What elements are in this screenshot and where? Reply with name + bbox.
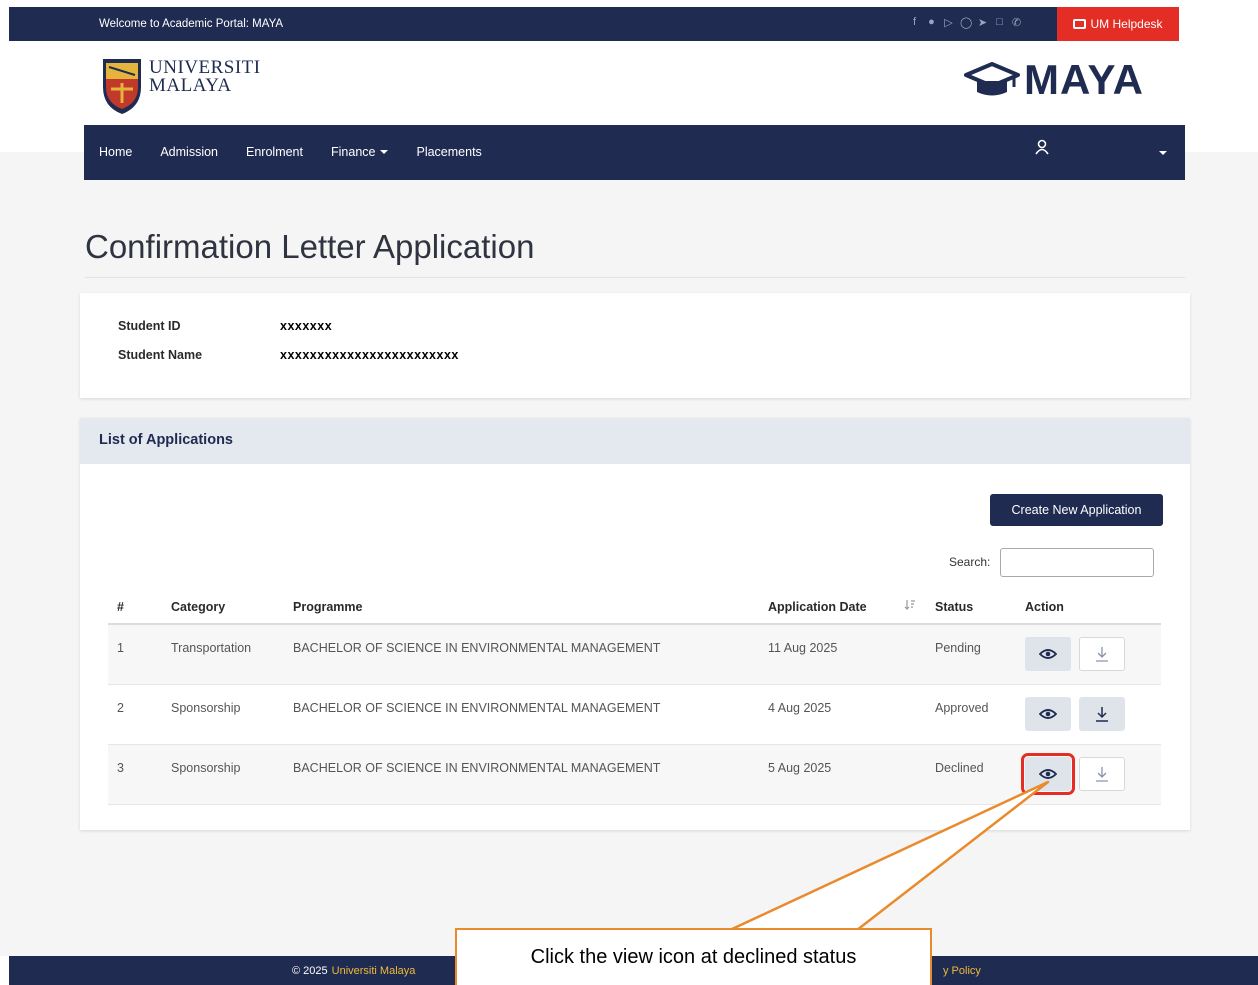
twitter-icon[interactable]: ● [926, 16, 937, 29]
view-button[interactable] [1025, 696, 1071, 731]
table-row: 3 Sponsorship BACHELOR OF SCIENCE IN ENV… [108, 744, 1161, 805]
calendar-icon[interactable]: □ [994, 16, 1005, 29]
page-title: Confirmation Letter Application [85, 228, 535, 265]
facebook-icon[interactable]: f [909, 16, 920, 29]
student-name-value: xxxxxxxxxxxxxxxxxxxxxxxx [280, 348, 459, 362]
row-programme: BACHELOR OF SCIENCE IN ENVIRONMENTAL MAN… [293, 624, 768, 685]
column-header-category[interactable]: Category [171, 590, 293, 625]
instagram-icon[interactable]: ◯ [960, 16, 972, 29]
view-button[interactable] [1025, 637, 1071, 671]
view-button-declined[interactable] [1021, 752, 1075, 795]
row-status: Approved [935, 684, 1025, 745]
table-row: 1 Transportation BACHELOR OF SCIENCE IN … [108, 624, 1161, 685]
search-label: Search: [949, 555, 991, 569]
footer-org-link[interactable]: Universiti Malaya [332, 965, 416, 977]
um-logo[interactable]: UNIVERSITI MALAYA [101, 57, 261, 115]
student-info-card: Student ID xxxxxxx Student Name xxxxxxxx… [80, 293, 1190, 398]
search-input[interactable] [1000, 548, 1154, 577]
row-programme: BACHELOR OF SCIENCE IN ENVIRONMENTAL MAN… [293, 684, 768, 745]
row-number: 3 [108, 744, 171, 805]
applications-table: # Category Programme Application Date St… [108, 590, 1161, 805]
title-divider [85, 277, 1185, 278]
user-menu-chevron-icon[interactable] [1159, 151, 1167, 155]
maya-text: MAYA [1024, 56, 1144, 103]
column-header-status[interactable]: Status [935, 590, 1025, 625]
download-button[interactable] [1079, 696, 1125, 731]
nav-admission[interactable]: Admission [160, 145, 218, 159]
table-header-row: # Category Programme Application Date St… [108, 590, 1161, 625]
callout-box: Click the view icon at declined status [455, 928, 932, 985]
row-category: Transportation [171, 624, 293, 685]
student-id-value: xxxxxxx [280, 319, 333, 333]
row-category: Sponsorship [171, 684, 293, 745]
column-header-application-date[interactable]: Application Date [768, 590, 904, 625]
eye-icon [1039, 768, 1057, 779]
top-bar: Welcome to Academic Portal: MAYA f ● ▷ ◯… [9, 7, 1179, 41]
student-id-label: Student ID [118, 319, 181, 333]
um-name: UNIVERSITI MALAYA [149, 58, 261, 96]
um-crest-icon [103, 59, 141, 114]
eye-icon [1039, 649, 1057, 659]
footer-copyright: © 2025 Universiti Malaya [292, 965, 416, 977]
maya-logo[interactable]: MAYA [962, 56, 1144, 104]
footer-policy-link[interactable]: y Policy [943, 965, 981, 977]
row-status: Declined [935, 744, 1025, 805]
download-icon [1096, 706, 1108, 722]
chat-icon [1073, 19, 1087, 29]
user-icon[interactable] [1035, 139, 1049, 155]
social-icons: f ● ▷ ◯ ➤ □ ✆ [909, 16, 1022, 29]
applications-header: List of Applications [80, 418, 1190, 464]
helpdesk-button[interactable]: UM Helpdesk [1057, 7, 1179, 41]
download-button[interactable] [1079, 637, 1125, 671]
row-number: 2 [108, 684, 171, 745]
row-programme: BACHELOR OF SCIENCE IN ENVIRONMENTAL MAN… [293, 744, 768, 805]
applications-title: List of Applications [99, 432, 233, 448]
table-row: 2 Sponsorship BACHELOR OF SCIENCE IN ENV… [108, 684, 1161, 745]
nav-finance[interactable]: Finance [331, 145, 389, 159]
sort-icon[interactable] [904, 599, 916, 611]
download-icon [1096, 766, 1108, 782]
row-date: 4 Aug 2025 [768, 684, 904, 745]
youtube-icon[interactable]: ▷ [943, 16, 954, 29]
telegram-icon[interactable]: ➤ [977, 16, 988, 29]
chevron-down-icon [380, 150, 389, 154]
um-name-line2: MALAYA [149, 75, 232, 96]
row-category: Sponsorship [171, 744, 293, 805]
row-date: 11 Aug 2025 [768, 624, 904, 685]
row-number: 1 [108, 624, 171, 685]
nav-home[interactable]: Home [99, 145, 132, 159]
row-date: 5 Aug 2025 [768, 744, 904, 805]
nav-enrolment[interactable]: Enrolment [246, 145, 303, 159]
main-nav: Home Admission Enrolment Finance Placeme… [84, 125, 1185, 180]
nav-placements[interactable]: Placements [416, 145, 481, 159]
download-icon [1096, 647, 1108, 662]
download-button[interactable] [1079, 756, 1125, 791]
eye-icon [1039, 708, 1057, 719]
helpdesk-label: UM Helpdesk [1090, 17, 1163, 31]
sort-icon-cell[interactable] [904, 590, 935, 625]
column-header-programme[interactable]: Programme [293, 590, 768, 625]
create-application-button[interactable]: Create New Application [990, 494, 1163, 526]
row-status: Pending [935, 624, 1025, 685]
column-header-number[interactable]: # [108, 590, 171, 625]
phone-icon[interactable]: ✆ [1011, 16, 1022, 29]
graduation-cap-icon [964, 62, 1020, 96]
student-name-label: Student Name [118, 348, 203, 362]
welcome-text: Welcome to Academic Portal: MAYA [99, 18, 284, 30]
column-header-action: Action [1025, 590, 1161, 625]
applications-card: List of Applications Create New Applicat… [80, 418, 1190, 830]
